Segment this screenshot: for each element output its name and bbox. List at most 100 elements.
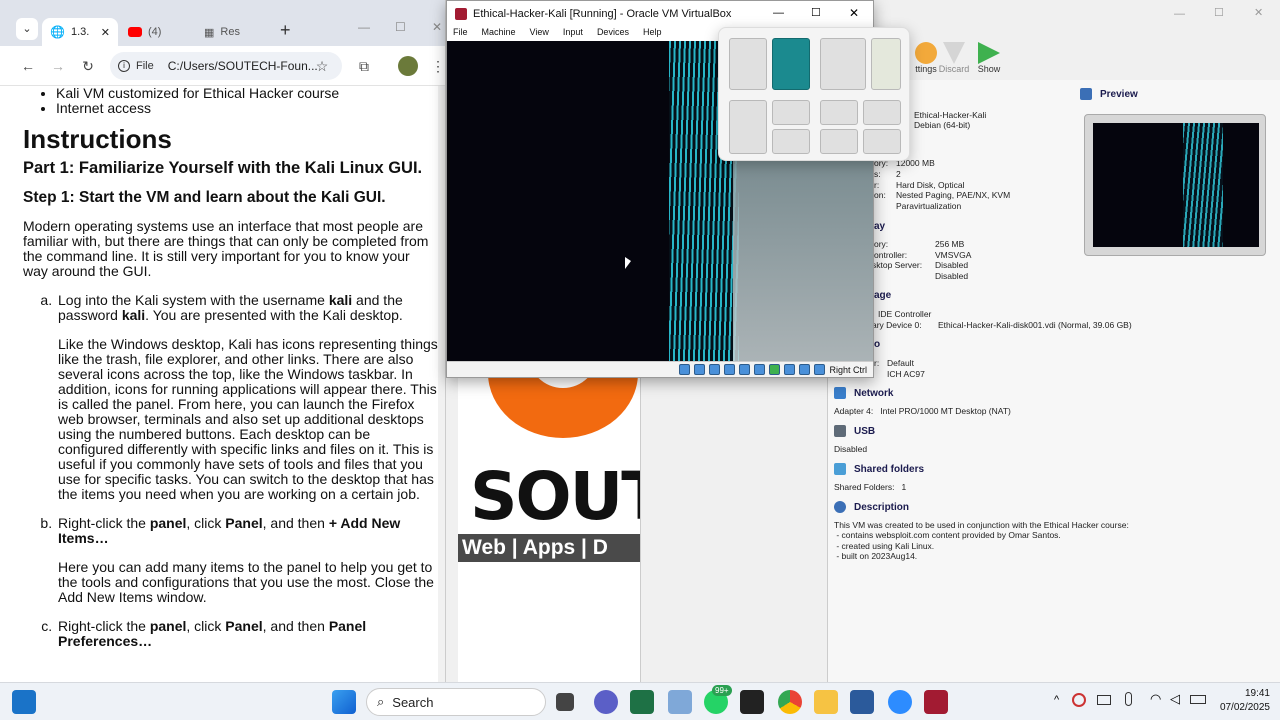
system-clock[interactable]: 19:41 07/02/2025	[1220, 687, 1270, 715]
minimize-icon[interactable]: —	[1174, 8, 1185, 20]
list-item: Kali VM customized for Ethical Hacker co…	[56, 86, 438, 101]
list-item: Internet access	[56, 101, 438, 116]
network-status-icon[interactable]	[724, 364, 736, 375]
snap-layout-quad-tr[interactable]	[863, 100, 901, 125]
preview-header: Preview	[1080, 88, 1138, 100]
display-section-header[interactable]: ay	[874, 221, 885, 232]
profile-avatar[interactable]	[398, 56, 418, 76]
recording-status-icon[interactable]	[784, 364, 796, 375]
snap-layout-half-left[interactable]	[729, 38, 767, 90]
zoom-icon[interactable]	[888, 690, 912, 714]
tab-youtube[interactable]: (4)	[120, 18, 192, 46]
monitor-icon	[1080, 88, 1092, 100]
snap-layout-quad-br[interactable]	[863, 129, 901, 154]
snap-layout-right-bottom[interactable]	[772, 129, 810, 154]
list-item: Right-click the panel, click Panel, and …	[56, 619, 438, 649]
gear-icon	[915, 42, 937, 64]
menu-machine[interactable]: Machine	[482, 27, 516, 41]
minimize-icon[interactable]: —	[773, 7, 784, 19]
menu-file[interactable]: File	[453, 27, 468, 41]
tray-sync-icon[interactable]	[1072, 693, 1086, 707]
hdd-status-icon[interactable]	[679, 364, 691, 375]
chat-icon[interactable]	[594, 690, 618, 714]
keyboard-tray-icon[interactable]	[1097, 695, 1111, 705]
audio-section-header[interactable]: o	[874, 339, 880, 350]
sticky-notes-icon[interactable]	[740, 690, 764, 714]
tab-search-dropdown[interactable]: ⌄	[16, 18, 38, 40]
network-section-header[interactable]: Network	[834, 387, 893, 399]
snap-layout-wide-left[interactable]	[820, 38, 866, 90]
start-button-icon[interactable]	[332, 690, 356, 714]
channel-logo-image: SOUT Web | Apps | D	[458, 378, 640, 682]
close-icon[interactable]: ✕	[1254, 6, 1263, 19]
keyboard-status-icon[interactable]	[814, 364, 826, 375]
snap-layout-right-top[interactable]	[772, 100, 810, 125]
wifi-icon[interactable]: ◠	[1150, 691, 1161, 707]
tab-resource[interactable]: ▦ Res	[196, 18, 266, 46]
taskbar-search[interactable]: ⌕ Search	[366, 688, 546, 716]
brand-big-text: SOUT	[470, 458, 640, 535]
close-icon[interactable]: ✕	[432, 20, 442, 34]
reload-icon[interactable]: ↻	[78, 56, 98, 76]
extensions-icon[interactable]: ⧉	[354, 56, 374, 76]
chrome-icon[interactable]	[778, 690, 802, 714]
step-heading: Step 1: Start the VM and learn about the…	[23, 189, 386, 206]
audio-status-icon[interactable]	[709, 364, 721, 375]
snap-layout-quad-tl[interactable]	[820, 100, 858, 125]
menu-devices[interactable]: Devices	[597, 27, 629, 41]
back-icon[interactable]: ←	[18, 56, 38, 76]
file-explorer-icon[interactable]	[814, 690, 838, 714]
volume-icon[interactable]: ◁	[1170, 691, 1180, 707]
menu-input[interactable]: Input	[563, 27, 583, 41]
vm-title-bar[interactable]: Ethical-Hacker-Kali [Running] - Oracle V…	[447, 1, 873, 27]
document-scrollbar[interactable]	[438, 86, 445, 682]
virtualbox-icon	[455, 8, 467, 20]
shared-folders-section-header[interactable]: Shared folders	[834, 463, 924, 475]
mouse-integration-icon[interactable]	[799, 364, 811, 375]
optical-status-icon[interactable]	[694, 364, 706, 375]
menu-view[interactable]: View	[530, 27, 549, 41]
show-button[interactable]: Show	[972, 42, 1006, 74]
microphone-icon[interactable]	[1125, 692, 1132, 706]
panel-divider	[640, 378, 641, 682]
description-section-header[interactable]: Description	[834, 501, 909, 513]
description-icon	[834, 501, 846, 513]
storage-section-header[interactable]: age	[874, 290, 891, 301]
usb-status-icon[interactable]	[739, 364, 751, 375]
discard-button[interactable]: Discard	[936, 42, 972, 74]
browser-menu-icon[interactable]: ⋮	[428, 56, 445, 76]
list-item: Right-click the panel, click Panel, and …	[56, 516, 438, 605]
show-arrow-icon	[978, 42, 1000, 64]
usb-section-header[interactable]: USB	[834, 425, 875, 437]
maximize-icon[interactable]: ☐	[1214, 6, 1224, 19]
minimize-icon[interactable]: —	[358, 20, 370, 34]
address-bar[interactable]: i File C:/Users/SOUTECH-Foun...	[110, 52, 342, 80]
discard-arrow-icon	[943, 42, 965, 64]
snap-layout-half-right[interactable]	[772, 38, 810, 90]
vm-taskbar-icon[interactable]	[924, 690, 948, 714]
excel-icon[interactable]	[630, 690, 654, 714]
close-icon[interactable]: ✕	[849, 6, 859, 20]
snap-layout-narrow-right[interactable]	[871, 38, 901, 90]
browser-toolbar: ← → ↻ i File C:/Users/SOUTECH-Foun... ☆ …	[0, 46, 445, 86]
snap-layout-quad-bl[interactable]	[820, 129, 858, 154]
virtualbox-taskbar-icon[interactable]	[850, 690, 874, 714]
display-status-icon[interactable]	[769, 364, 781, 375]
battery-icon[interactable]	[1190, 695, 1206, 704]
shared-folder-status-icon[interactable]	[754, 364, 766, 375]
menu-help[interactable]: Help	[643, 27, 662, 41]
kali-wallpaper-right	[733, 161, 873, 361]
tab-close-icon[interactable]: ✕	[101, 26, 110, 39]
tray-chevron-icon[interactable]: ^	[1054, 694, 1059, 706]
usb-icon	[834, 425, 846, 437]
tab-active[interactable]: 🌐 1.3. ✕	[42, 18, 118, 46]
security-icon[interactable]	[668, 690, 692, 714]
widgets-icon[interactable]	[12, 690, 36, 714]
forward-icon[interactable]: →	[48, 56, 68, 76]
maximize-icon[interactable]: ☐	[811, 6, 821, 19]
task-view-icon[interactable]	[556, 693, 574, 711]
new-tab-button[interactable]: +	[280, 20, 291, 41]
snap-layout-left-column[interactable]	[729, 100, 767, 154]
maximize-icon[interactable]: ☐	[395, 20, 406, 34]
bookmark-star-icon[interactable]: ☆	[312, 56, 332, 76]
